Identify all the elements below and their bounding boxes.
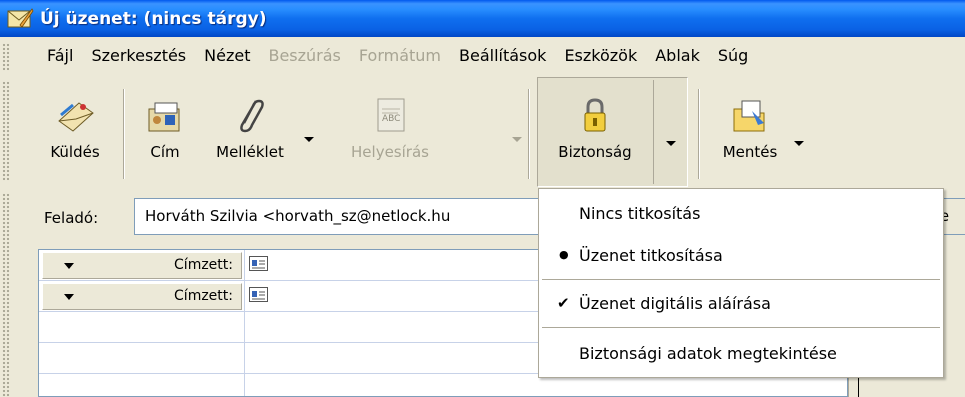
menu-edit[interactable]: Szerkesztés: [82, 46, 195, 65]
spellcheck-button[interactable]: ABC Helyesírás: [335, 83, 445, 183]
compose-window-icon: [6, 5, 34, 33]
attach-dropdown-arrow[interactable]: [304, 137, 314, 142]
toolbar-separator: [123, 89, 125, 179]
contact-card-icon: [249, 287, 268, 302]
menu-item-label: Üzenet titkosítása: [579, 246, 723, 265]
contact-card-icon: [249, 256, 268, 271]
security-dropdown-arrow[interactable]: [666, 141, 676, 146]
paperclip-icon: [230, 95, 270, 137]
recipient-type-label: Címzett:: [174, 257, 233, 273]
menu-format[interactable]: Formátum: [350, 46, 450, 65]
security-dropdown-menu: Nincs titkosítás ● Üzenet titkosítása ✔ …: [538, 188, 944, 378]
from-label: Feladó:: [44, 209, 99, 227]
send-label: Küldés: [50, 143, 100, 161]
menu-tools[interactable]: Eszközök: [555, 46, 646, 65]
menu-item-no-encryption[interactable]: Nincs titkosítás: [539, 197, 943, 231]
checkmark-icon: ✔: [557, 294, 570, 312]
menu-window[interactable]: Ablak: [646, 46, 709, 65]
send-icon: [55, 95, 95, 137]
menubar-gripper[interactable]: [2, 43, 10, 71]
menu-items: Fájl Szerkesztés Nézet Beszúrás Formátum…: [38, 46, 757, 65]
address-button[interactable]: Cím: [135, 83, 195, 183]
attach-button[interactable]: Melléklet: [205, 83, 295, 183]
security-label: Biztonság: [558, 143, 632, 161]
menu-separator: [542, 327, 940, 328]
menu-item-label: Biztonsági adatok megtekintése: [579, 344, 837, 363]
security-button-face[interactable]: Biztonság: [540, 83, 650, 183]
toolbar-separator: [698, 89, 700, 179]
menu-bar: Fájl Szerkesztés Nézet Beszúrás Formátum…: [0, 37, 965, 75]
toolbar-gripper[interactable]: [2, 81, 10, 181]
title-bar[interactable]: Új üzenet: (nincs tárgy): [0, 0, 965, 37]
menu-file[interactable]: Fájl: [38, 46, 82, 65]
svg-text:ABC: ABC: [382, 114, 400, 124]
menu-separator: [542, 279, 940, 280]
recipient-type-select[interactable]: Címzett:: [42, 252, 242, 279]
menu-options[interactable]: Beállítások: [450, 46, 555, 65]
menu-view[interactable]: Nézet: [195, 46, 259, 65]
toolbar: Küldés Cím Melléklet ABC Helyesírás: [0, 75, 965, 187]
menu-item-encrypt-message[interactable]: ● Üzenet titkosítása: [539, 239, 943, 273]
address-book-icon: [145, 95, 185, 137]
header-gripper[interactable]: [2, 193, 10, 397]
send-button[interactable]: Küldés: [40, 83, 110, 183]
save-button[interactable]: Mentés: [710, 83, 790, 183]
spellcheck-icon: ABC: [370, 95, 410, 137]
spellcheck-dropdown-arrow[interactable]: [512, 137, 522, 142]
menu-item-digital-signature[interactable]: ✔ Üzenet digitális aláírása: [539, 287, 943, 321]
window-title: Új üzenet: (nincs tárgy): [40, 8, 267, 29]
menu-item-label: Üzenet digitális aláírása: [579, 294, 771, 313]
recipient-type-select[interactable]: Címzett:: [42, 283, 242, 310]
save-label: Mentés: [722, 143, 778, 161]
chevron-down-icon: [64, 263, 74, 269]
from-field[interactable]: Horváth Szilvia <horvath_sz@netlock.hu: [134, 198, 554, 235]
address-label: Cím: [150, 143, 180, 161]
attach-label: Melléklet: [216, 143, 284, 161]
bullet-icon: ●: [559, 248, 569, 261]
chevron-down-icon: [64, 294, 74, 300]
recipient-type-label: Címzett:: [174, 288, 233, 304]
security-split-line: [653, 80, 654, 184]
menu-item-view-security-info[interactable]: Biztonsági adatok megtekintése: [539, 337, 943, 371]
menu-insert[interactable]: Beszúrás: [259, 46, 349, 65]
save-folder-icon: [730, 95, 770, 137]
menu-help[interactable]: Súg: [709, 46, 757, 65]
lock-icon: [575, 95, 615, 137]
toolbar-separator: [528, 89, 530, 179]
menu-item-label: Nincs titkosítás: [579, 204, 701, 223]
spellcheck-label: Helyesírás: [351, 143, 429, 161]
save-dropdown-arrow[interactable]: [794, 141, 804, 146]
